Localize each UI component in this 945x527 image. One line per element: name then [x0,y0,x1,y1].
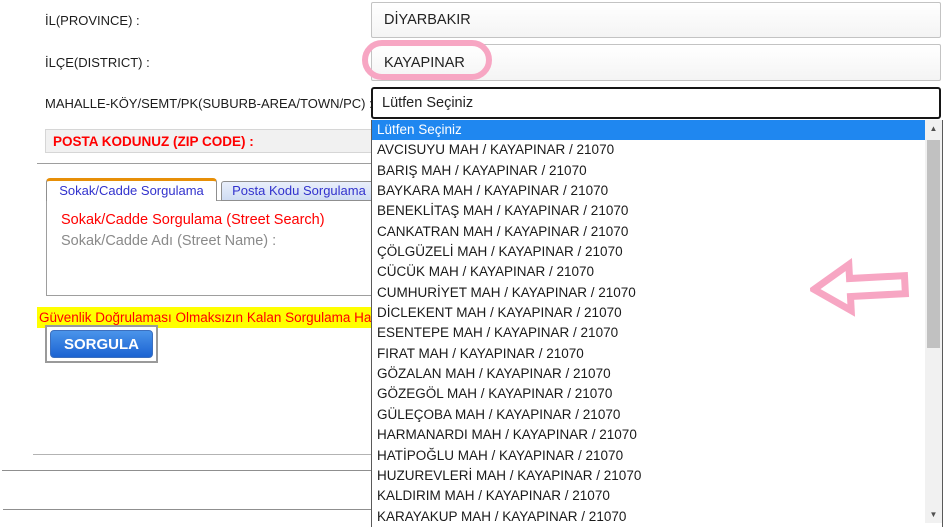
scroll-up-icon[interactable]: ▲ [925,120,942,137]
tab-postal-code-search[interactable]: Posta Kodu Sorgulama [221,181,377,201]
district-value: KAYAPINAR [384,55,465,71]
mahalle-label: MAHALLE-KÖY/SEMT/PK(SUBURB-AREA/TOWN/PC)… [45,96,373,111]
dropdown-option[interactable]: KARAYAKUP MAH / KAYAPINAR / 21070 [372,507,925,527]
dropdown-option[interactable]: KALDIRIM MAH / KAYAPINAR / 21070 [372,486,925,506]
tab-street-search[interactable]: Sokak/Cadde Sorgulama [46,178,217,201]
dropdown-option[interactable]: FIRAT MAH / KAYAPINAR / 21070 [372,344,925,364]
scrollbar-thumb[interactable] [927,140,940,348]
dropdown-option[interactable]: GÜLEÇOBA MAH / KAYAPINAR / 21070 [372,405,925,425]
dropdown-option[interactable]: Lütfen Seçiniz [372,120,925,140]
dropdown-option[interactable]: HARMANARDI MAH / KAYAPINAR / 21070 [372,425,925,445]
postal-code-lookup-page: İL(PROVINCE) : İLÇE(DISTRICT) : MAHALLE-… [0,0,945,527]
tab-postal-label: Posta Kodu Sorgulama [232,183,366,198]
scroll-down-icon[interactable]: ▼ [925,506,942,523]
dropdown-option[interactable]: BENEKLİTAŞ MAH / KAYAPINAR / 21070 [372,201,925,221]
province-field[interactable]: DİYARBAKIR [371,2,941,38]
dropdown-option[interactable]: GÖZALAN MAH / KAYAPINAR / 21070 [372,364,925,384]
dropdown-option[interactable]: ESENTEPE MAH / KAYAPINAR / 21070 [372,323,925,343]
district-field[interactable]: KAYAPINAR [371,44,941,81]
dropdown-option[interactable]: AVCISUYU MAH / KAYAPINAR / 21070 [372,140,925,160]
mahalle-option-list: Lütfen SeçinizAVCISUYU MAH / KAYAPINAR /… [372,120,942,527]
street-search-heading: Sokak/Cadde Sorgulama (Street Search) [61,212,325,228]
district-label: İLÇE(DISTRICT) : [45,55,150,70]
container-border-line [2,470,371,471]
dropdown-option[interactable]: CUMHURİYET MAH / KAYAPINAR / 21070 [372,283,925,303]
dropdown-option[interactable]: ÇÖLGÜZELİ MAH / KAYAPINAR / 21070 [372,242,925,262]
province-value: DİYARBAKIR [384,12,471,28]
zip-code-label: POSTA KODUNUZ (ZIP CODE) : [53,134,254,149]
container-border-line [3,509,371,510]
dropdown-option[interactable]: HATİPOĞLU MAH / KAYAPINAR / 21070 [372,446,925,466]
dropdown-option[interactable]: DİCLEKENT MAH / KAYAPINAR / 21070 [372,303,925,323]
dropdown-option[interactable]: HUZUREVLERİ MAH / KAYAPINAR / 21070 [372,466,925,486]
mahalle-select[interactable]: Lütfen Seçiniz [371,87,941,119]
dropdown-scrollbar[interactable]: ▲ ▼ [925,120,942,523]
sorgula-button-frame: SORGULA [45,325,158,363]
security-warning-text: Güvenlik Doğrulaması Olmaksızın Kalan So… [39,310,371,325]
dropdown-option[interactable]: GÖZEGÖL MAH / KAYAPINAR / 21070 [372,384,925,404]
dropdown-option[interactable]: CÜCÜK MAH / KAYAPINAR / 21070 [372,262,925,282]
mahalle-dropdown-list: Lütfen SeçinizAVCISUYU MAH / KAYAPINAR /… [371,120,943,527]
province-label: İL(PROVINCE) : [45,13,140,28]
tab-street-label: Sokak/Cadde Sorgulama [59,183,204,198]
dropdown-option[interactable]: CANKATRAN MAH / KAYAPINAR / 21070 [372,222,925,242]
sorgula-button-label: SORGULA [64,336,139,353]
sorgula-button[interactable]: SORGULA [50,330,153,358]
dropdown-option[interactable]: BAYKARA MAH / KAYAPINAR / 21070 [372,181,925,201]
dropdown-option[interactable]: BARIŞ MAH / KAYAPINAR / 21070 [372,161,925,181]
container-border-line [33,454,371,455]
mahalle-selected-value: Lütfen Seçiniz [382,95,473,111]
street-name-label: Sokak/Cadde Adı (Street Name) : [61,233,276,249]
